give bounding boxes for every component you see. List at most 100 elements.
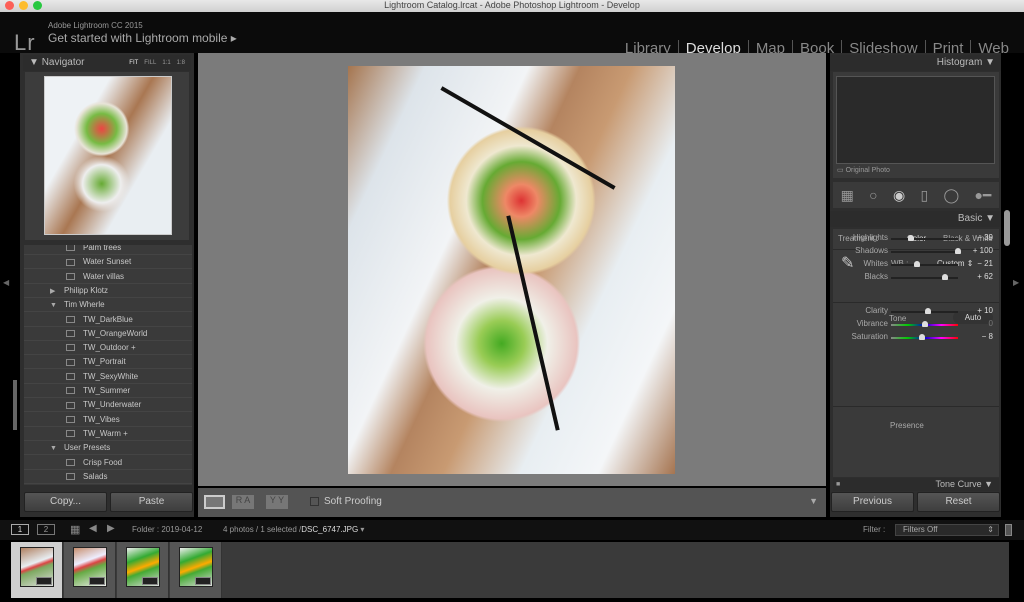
filter-lock-toggle[interactable] — [1005, 524, 1012, 536]
spot-removal-icon[interactable]: ○ — [869, 187, 877, 203]
slider-value[interactable]: − 39 — [977, 232, 993, 244]
preset-folder[interactable]: ▶ Philipp Klotz — [24, 284, 192, 298]
preset-item[interactable]: TW_Vibes — [24, 413, 192, 427]
slider-vibrance: Vibrance 0 — [833, 318, 999, 330]
panel-toggle-icon[interactable]: ■ — [836, 478, 840, 491]
slider-value[interactable]: − 8 — [982, 331, 993, 343]
slider-track[interactable] — [891, 274, 958, 280]
basic-header[interactable]: Basic ▼ — [830, 211, 1001, 227]
navigator-preview[interactable] — [25, 72, 189, 240]
preset-item[interactable]: TW_Outdoor + — [24, 341, 192, 356]
zoom-fit[interactable]: FIT — [129, 60, 138, 66]
slider-thumb[interactable] — [914, 261, 921, 267]
main-window-button[interactable]: 1 — [11, 524, 29, 535]
left-scrollbar[interactable] — [13, 380, 17, 430]
slider-thumb[interactable] — [955, 248, 961, 254]
slider-thumb[interactable] — [942, 274, 949, 280]
crop-overlay-icon[interactable]: ▦ — [841, 187, 854, 204]
navigator-header[interactable]: ▼ Navigator FIT FILL 1:1 1:8 — [23, 55, 191, 71]
filmstrip-cell[interactable] — [11, 542, 63, 598]
right-panel-collapse-icon[interactable]: ▶ — [1013, 278, 1019, 287]
filmstrip-cell[interactable] — [64, 542, 116, 598]
zoom-1-1[interactable]: 1:1 — [162, 60, 170, 66]
copy-button[interactable]: Copy... — [24, 492, 107, 512]
slider-track[interactable] — [891, 235, 958, 241]
soft-proofing-checkbox[interactable] — [310, 497, 319, 506]
slider-track[interactable] — [891, 334, 958, 340]
slider-thumb[interactable] — [908, 235, 915, 241]
radial-filter-icon[interactable]: ◯ — [943, 187, 959, 204]
toolbar-menu-icon[interactable]: ▼ — [809, 496, 818, 506]
histogram-panel: ▭ Original Photo — [833, 72, 999, 178]
zoom-fill[interactable]: FILL — [144, 60, 156, 66]
source-info[interactable]: 4 photos / 1 selected /DSC_6747.JPG ▾ — [223, 525, 364, 534]
right-scrollbar[interactable] — [1004, 210, 1010, 246]
reset-button[interactable]: Reset — [917, 492, 1000, 512]
minimize-window-button[interactable] — [19, 1, 28, 10]
filter-select[interactable]: Filters Off ⇕ — [895, 524, 999, 536]
preset-item[interactable]: TW_OrangeWorld — [24, 327, 192, 341]
preset-icon — [66, 258, 75, 266]
loupe-view-button[interactable] — [204, 495, 225, 509]
paste-button[interactable]: Paste — [110, 492, 193, 512]
slider-label: Shadows — [855, 246, 888, 255]
preset-label: TW_Vibes — [83, 414, 120, 424]
slider-value[interactable]: − 21 — [977, 258, 993, 270]
preset-item[interactable]: Palm trees — [24, 245, 192, 255]
adjustment-brush-icon[interactable]: ●━ — [974, 187, 991, 204]
preset-item[interactable]: Crisp Food — [24, 456, 192, 470]
preset-item[interactable]: TW_Summer — [24, 384, 192, 398]
second-window-button[interactable]: 2 — [37, 524, 55, 535]
folder-label[interactable]: Folder : 2019-04-12 — [132, 525, 202, 534]
preset-item[interactable]: TW_Warm + — [24, 427, 192, 441]
back-arrow-icon[interactable]: ◀ — [89, 523, 97, 534]
preset-label: TW_DarkBlue — [83, 314, 133, 324]
histogram-header[interactable]: Histogram ▼ — [830, 55, 1001, 71]
preset-folder[interactable]: ▼ User Presets — [24, 441, 192, 456]
previous-button[interactable]: Previous — [831, 492, 914, 512]
forward-arrow-icon[interactable]: ▶ — [107, 523, 115, 534]
slider-track[interactable] — [891, 308, 958, 314]
slider-track[interactable] — [891, 321, 958, 327]
mobile-prompt[interactable]: Get started with Lightroom mobile ▸ — [48, 31, 237, 45]
slider-label: Whites — [863, 259, 888, 268]
slider-thumb[interactable] — [921, 321, 928, 327]
preset-item[interactable]: TW_Underwater — [24, 398, 192, 413]
red-eye-icon[interactable]: ◉ — [893, 187, 905, 204]
filmstrip-cell[interactable] — [117, 542, 169, 598]
slider-value[interactable]: + 100 — [973, 245, 993, 257]
slider-track[interactable] — [891, 248, 961, 254]
filter-label: Filter : — [863, 525, 886, 534]
preset-item[interactable]: Salads — [24, 470, 192, 484]
preset-item[interactable]: Water Sunset — [24, 255, 192, 270]
preset-item[interactable]: TW_SexyWhite — [24, 370, 192, 384]
before-after-yy-button[interactable]: Y Y — [266, 495, 288, 509]
tone-curve-header[interactable]: ■ Tone Curve ▼ — [833, 478, 999, 491]
preset-icon — [66, 358, 75, 366]
grid-view-icon[interactable]: ▦ — [70, 523, 80, 536]
close-window-button[interactable] — [5, 1, 14, 10]
preset-item[interactable]: Water villas — [24, 270, 192, 284]
preset-item[interactable]: TW_Portrait — [24, 355, 192, 370]
soft-proofing-label: Soft Proofing — [324, 496, 382, 507]
image-canvas[interactable] — [198, 53, 826, 486]
before-after-ra-button[interactable]: R A — [232, 495, 254, 509]
zoom-window-button[interactable] — [33, 1, 42, 10]
slider-thumb[interactable] — [924, 308, 931, 314]
preset-label: Water Sunset — [83, 257, 132, 267]
graduated-filter-icon[interactable]: ▯ — [920, 187, 928, 204]
window-title: Lightroom Catalog.lrcat - Adobe Photosho… — [384, 0, 640, 10]
slider-value[interactable]: + 62 — [977, 271, 993, 283]
filmstrip-cell[interactable] — [170, 542, 222, 598]
preset-item[interactable]: TW_DarkBlue — [24, 313, 192, 327]
slider-value[interactable]: 0 — [989, 318, 993, 330]
zoom-1-8[interactable]: 1:8 — [177, 60, 185, 66]
slider-thumb[interactable] — [918, 334, 925, 340]
original-photo-label[interactable]: ▭ Original Photo — [837, 166, 890, 174]
preset-folder[interactable]: ▼ Tim Wherle — [24, 298, 192, 313]
preset-label: TW_Summer — [83, 386, 131, 395]
slider-value[interactable]: + 10 — [977, 305, 993, 317]
slider-clarity: Clarity + 10 — [833, 305, 999, 317]
left-panel-collapse-icon[interactable]: ◀ — [3, 278, 9, 287]
slider-track[interactable] — [891, 261, 958, 267]
